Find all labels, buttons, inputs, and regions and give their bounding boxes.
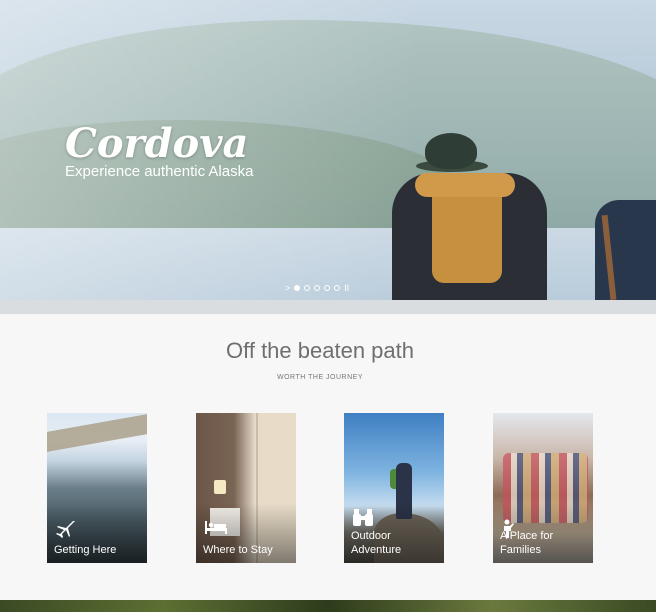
card-label: Outdoor Adventure bbox=[351, 530, 402, 556]
card-outdoor-adventure[interactable]: Outdoor Adventure bbox=[344, 413, 444, 563]
airplane-icon bbox=[55, 519, 75, 544]
hero-banner: Cordova Experience authentic Alaska > II bbox=[0, 0, 656, 300]
slide-dot-5[interactable] bbox=[334, 285, 341, 291]
pause-button[interactable]: II bbox=[344, 283, 349, 293]
slide-dot-4[interactable] bbox=[324, 285, 331, 291]
hat bbox=[425, 133, 477, 169]
hero-title: Cordova bbox=[65, 120, 249, 167]
slide-dot-3[interactable] bbox=[314, 285, 321, 291]
canoe-paddler-figure bbox=[380, 118, 570, 300]
slider-controls: > II bbox=[285, 283, 349, 293]
section-title: Off the beaten path bbox=[226, 338, 414, 363]
card-where-to-stay[interactable]: Where to Stay bbox=[196, 413, 296, 563]
life-vest-collar bbox=[415, 173, 515, 197]
bed-icon bbox=[204, 519, 228, 540]
next-slide-button[interactable]: > bbox=[285, 283, 290, 293]
card-getting-here[interactable]: Getting Here bbox=[47, 413, 147, 563]
divider-band bbox=[0, 300, 656, 314]
footer-photo-strip bbox=[0, 600, 656, 612]
airplane-wing-photo bbox=[47, 414, 147, 452]
card-label: Getting Here bbox=[54, 544, 117, 556]
card-place-for-families[interactable]: A Place for Families bbox=[493, 413, 593, 563]
section-subtitle: WORTH THE JOURNEY bbox=[276, 374, 364, 381]
slide-dot-2[interactable] bbox=[304, 285, 311, 291]
card-label: A Place for Families bbox=[500, 530, 554, 556]
card-label: Where to Stay bbox=[203, 544, 273, 556]
hero-subtitle: Experience authentic Alaska bbox=[65, 163, 254, 180]
slide-dot-1[interactable] bbox=[294, 285, 301, 291]
lamp-photo bbox=[214, 480, 226, 494]
